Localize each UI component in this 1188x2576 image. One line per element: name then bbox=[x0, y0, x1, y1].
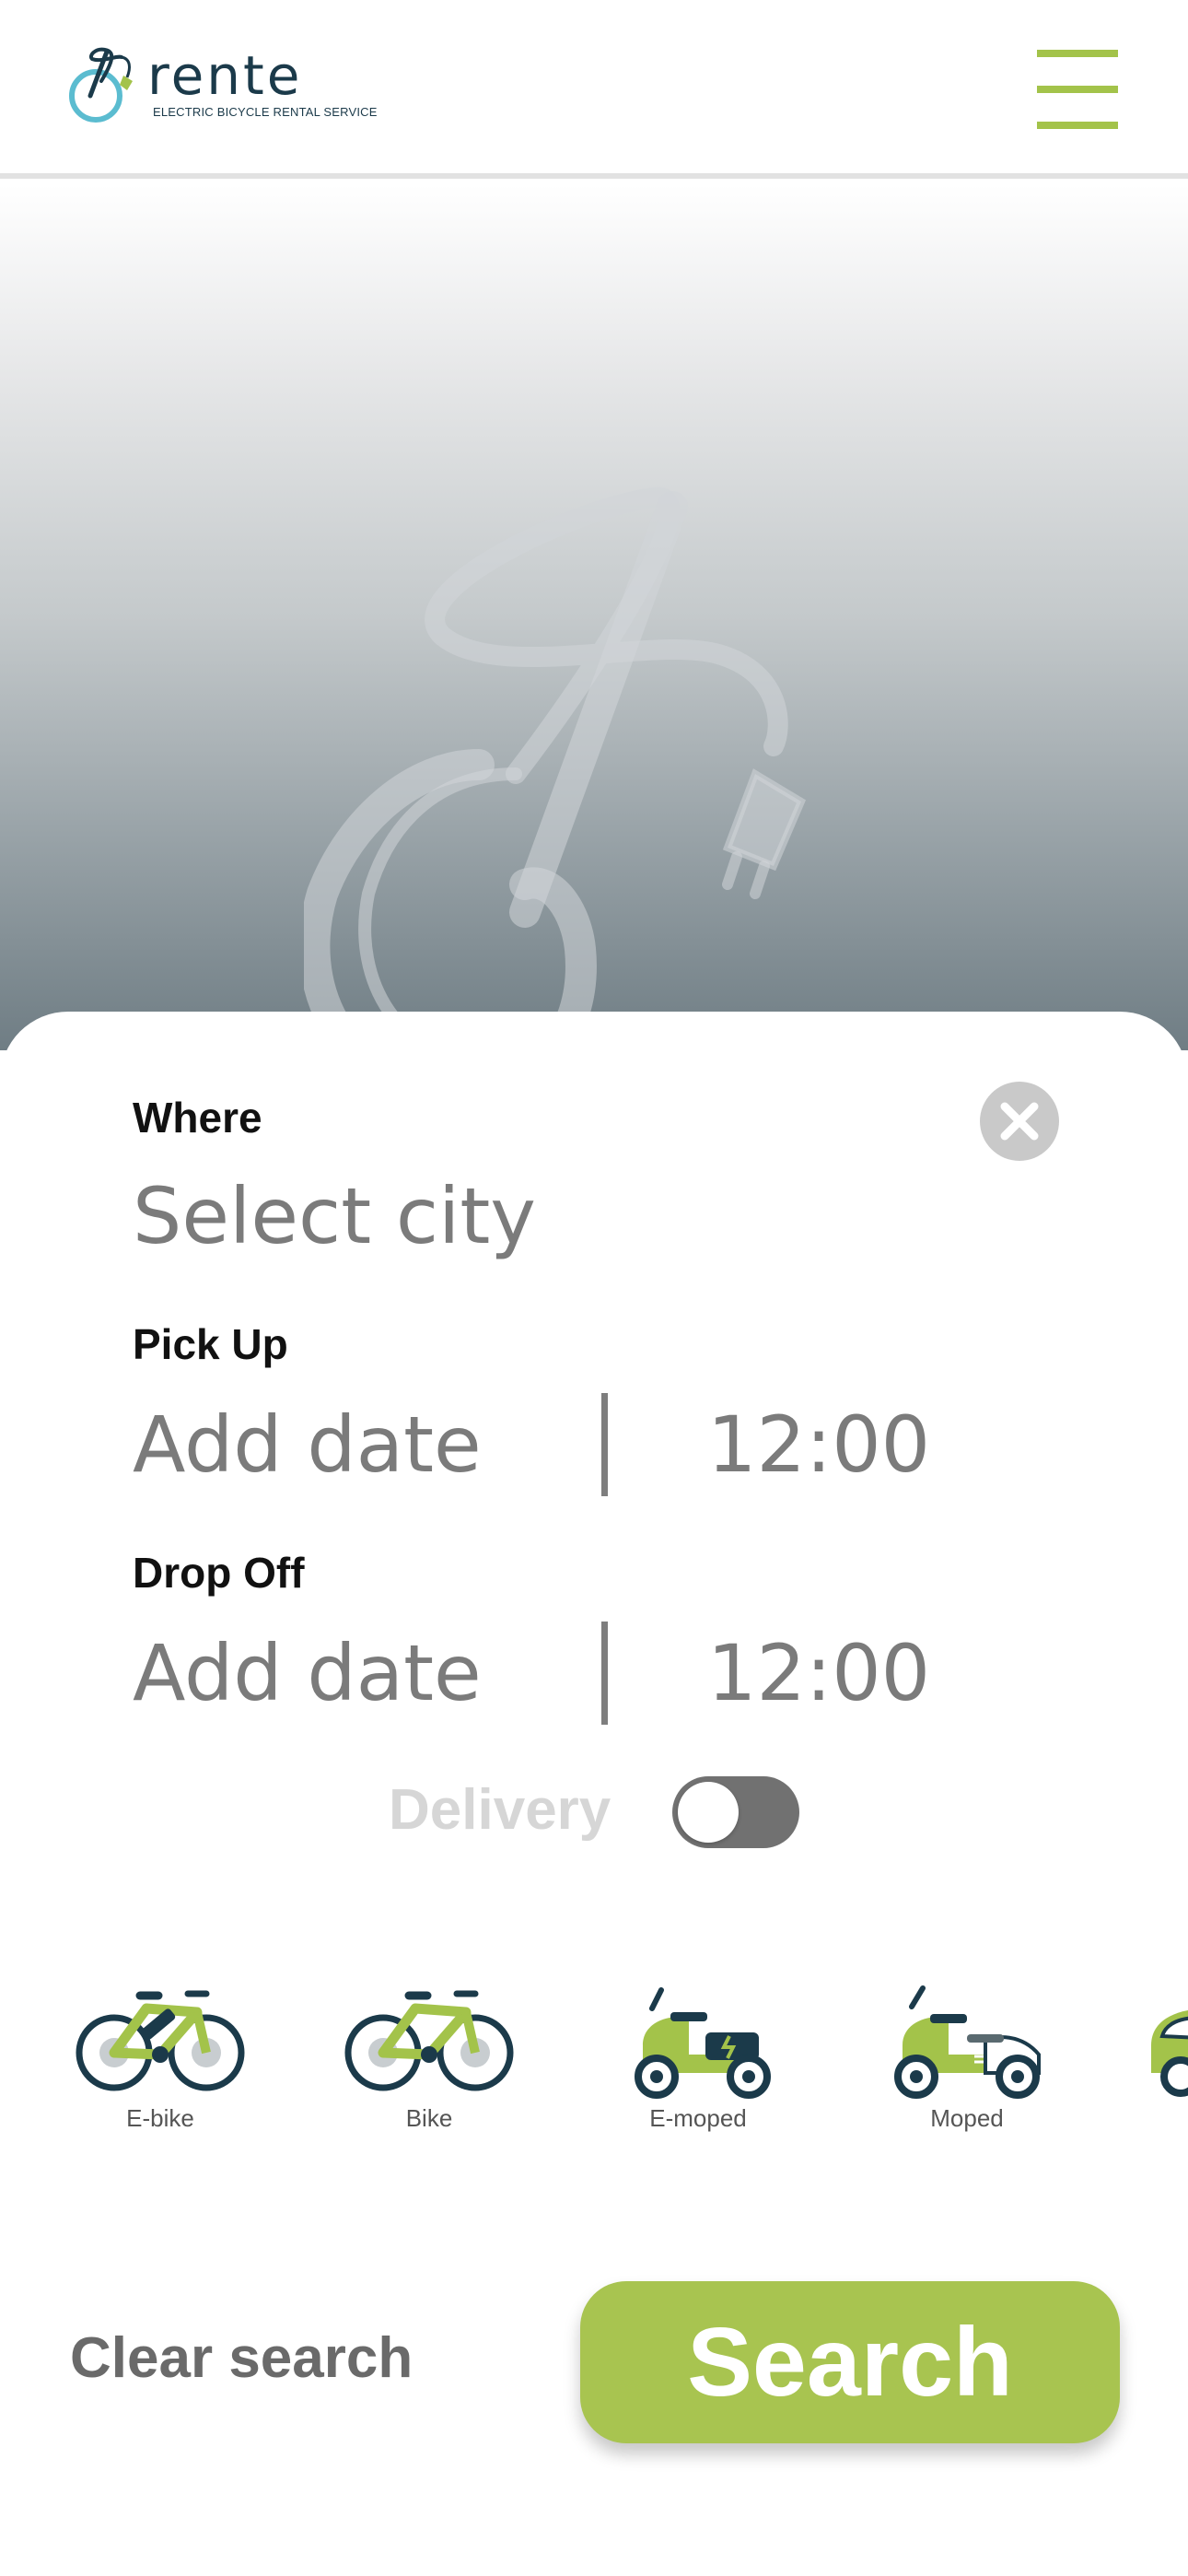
vehicle-label: E-moped bbox=[649, 2104, 747, 2132]
brand-emblem-icon bbox=[304, 486, 807, 1050]
vehicle-option-e-bike[interactable]: E-bike bbox=[68, 1981, 252, 2137]
logo-wordmark: rente bbox=[147, 44, 303, 107]
car-icon bbox=[1151, 2010, 1188, 2097]
pick-up-label: Pick Up bbox=[133, 1320, 288, 1368]
drop-off-label: Drop Off bbox=[133, 1549, 305, 1597]
drop-off-time-field[interactable]: 12:00 bbox=[707, 1627, 930, 1719]
vehicle-label: Bike bbox=[405, 2104, 453, 2132]
vehicle-option-bike[interactable]: Bike bbox=[337, 1981, 521, 2137]
delivery-toggle-knob bbox=[678, 1782, 739, 1843]
drop-off-date-field[interactable]: Add date bbox=[133, 1627, 482, 1719]
hamburger-menu-button[interactable] bbox=[1033, 48, 1122, 131]
close-icon bbox=[1000, 1102, 1039, 1141]
delivery-label: Delivery bbox=[389, 1778, 611, 1842]
vehicle-label: E-bike bbox=[126, 2104, 194, 2132]
vehicle-option-moped[interactable]: Moped bbox=[875, 1981, 1059, 2137]
clear-search-button[interactable]: Clear search bbox=[70, 2325, 413, 2392]
pick-up-time-field[interactable]: 12:00 bbox=[707, 1399, 930, 1491]
app-header: rente ELECTRIC BICYCLE RENTAL SERVICE bbox=[0, 0, 1188, 179]
vehicle-option-car[interactable] bbox=[1144, 1981, 1188, 2137]
drop-off-divider bbox=[601, 1622, 608, 1725]
delivery-toggle[interactable] bbox=[672, 1776, 799, 1848]
moped-icon bbox=[894, 1985, 1041, 2099]
city-select-field[interactable]: Select city bbox=[133, 1170, 536, 1262]
vehicle-label: Moped bbox=[930, 2104, 1004, 2132]
e-bike-icon bbox=[76, 1990, 245, 2091]
e-moped-icon bbox=[635, 1987, 771, 2099]
hero-banner bbox=[0, 184, 1188, 1050]
pick-up-date-field[interactable]: Add date bbox=[133, 1399, 482, 1491]
search-button[interactable]: Search bbox=[580, 2281, 1120, 2443]
bike-icon bbox=[344, 1990, 514, 2091]
clear-city-button[interactable] bbox=[980, 1082, 1059, 1161]
logo-tagline: ELECTRIC BICYCLE RENTAL SERVICE bbox=[153, 105, 378, 119]
logo-bike-icon bbox=[69, 47, 133, 123]
pick-up-divider bbox=[601, 1393, 608, 1496]
where-label: Where bbox=[133, 1094, 262, 1142]
brand-logo[interactable]: rente ELECTRIC BICYCLE RENTAL SERVICE bbox=[64, 44, 377, 133]
vehicle-option-e-moped[interactable]: E-moped bbox=[606, 1981, 790, 2137]
